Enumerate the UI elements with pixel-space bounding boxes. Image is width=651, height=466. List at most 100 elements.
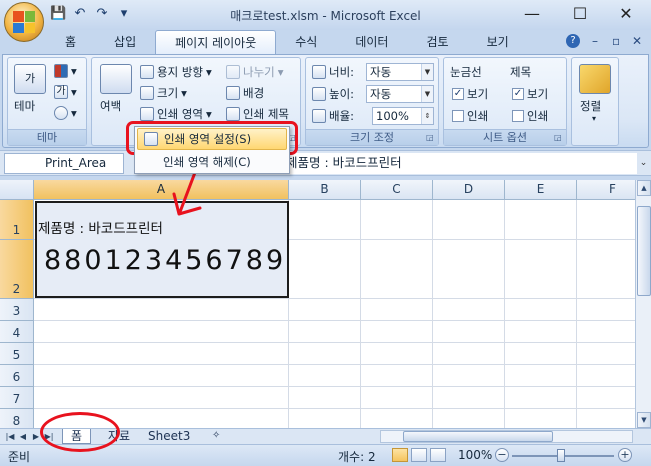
size-icon xyxy=(140,86,154,100)
ribbon: 가 테마 ▾ 가 ▾ ▾ 테마 여백 용지 방향 ▾ 크기 ▾ 인쇄 영역 ▾ 나누기 ▾… xyxy=(2,54,649,148)
scale-spinner[interactable]: 100% ⇕ xyxy=(372,107,434,125)
gridlines-print-checkbox[interactable]: 인쇄 xyxy=(452,108,488,124)
theme-button-label[interactable]: 테마 xyxy=(14,98,35,114)
normal-view-button[interactable] xyxy=(392,448,408,462)
scale-launcher-icon[interactable]: ◲ xyxy=(426,133,435,142)
gridline xyxy=(34,408,635,409)
tab-home[interactable]: 홈 xyxy=(46,30,95,54)
formula-input[interactable]: 제품명 : 바코드프린터 xyxy=(284,153,637,174)
theme-fonts-button[interactable]: 가 ▾ xyxy=(54,85,77,99)
sheet-options-launcher-icon[interactable]: ◲ xyxy=(554,133,563,142)
height-label: 높이: xyxy=(312,86,354,102)
cell-a2[interactable]: 880123456789 xyxy=(44,245,286,276)
office-logo-icon xyxy=(13,11,35,33)
sheet-tab-sheet3[interactable]: Sheet3 xyxy=(140,429,198,444)
ribbon-restore-icon[interactable]: ▫ xyxy=(612,34,620,48)
width-select[interactable]: 자동 ▼ xyxy=(366,63,434,81)
headings-view-checkbox[interactable]: ✓ 보기 xyxy=(512,86,548,102)
minimize-button[interactable]: — xyxy=(512,0,552,28)
row-header-5[interactable]: 5 xyxy=(0,343,34,365)
tab-view[interactable]: 보기 xyxy=(468,30,528,54)
column-header-d[interactable]: D xyxy=(433,180,505,200)
background-button[interactable]: 배경 xyxy=(226,85,264,101)
set-print-area-menu-item[interactable]: 인쇄 영역 설정(S) xyxy=(137,128,287,150)
row-header-3[interactable]: 3 xyxy=(0,299,34,321)
ribbon-minimize-icon[interactable]: – xyxy=(592,34,598,48)
gridline xyxy=(432,200,433,428)
print-area-button[interactable]: 인쇄 영역 ▾ xyxy=(140,106,212,122)
close-button[interactable]: ✕ xyxy=(606,0,646,28)
vertical-scrollbar[interactable]: ▲ ▼ xyxy=(635,180,651,428)
scroll-down-icon[interactable]: ▼ xyxy=(637,412,651,428)
theme-colors-button[interactable]: ▾ xyxy=(54,64,77,78)
breaks-button[interactable]: 나누기 ▾ xyxy=(226,64,284,80)
height-select[interactable]: 자동 ▼ xyxy=(366,85,434,103)
column-header-e[interactable]: E xyxy=(505,180,577,200)
tab-insert[interactable]: 삽입 xyxy=(95,30,155,54)
select-all-corner[interactable] xyxy=(0,180,34,200)
gridlines-view-checkbox[interactable]: ✓ 보기 xyxy=(452,86,488,102)
row-header-7[interactable]: 7 xyxy=(0,387,34,409)
set-print-area-icon xyxy=(144,132,158,146)
column-header-c[interactable]: C xyxy=(361,180,433,200)
ribbon-close-icon[interactable]: ✕ xyxy=(632,34,642,48)
name-box[interactable]: Print_Area xyxy=(4,153,124,174)
row-header-4[interactable]: 4 xyxy=(0,321,34,343)
tab-review[interactable]: 검토 xyxy=(407,30,467,54)
prev-sheet-icon[interactable]: ◀ xyxy=(17,430,29,443)
headings-print-checkbox[interactable]: 인쇄 xyxy=(512,108,548,124)
zoom-level[interactable]: 100% xyxy=(458,448,492,462)
theme-icon: 가 xyxy=(14,64,46,94)
worksheet-grid[interactable]: A B C D E F 1 2 3 4 5 6 7 8 제품명 : 바코드프린터… xyxy=(0,180,635,428)
zoom-in-button[interactable]: + xyxy=(618,448,632,462)
last-sheet-icon[interactable]: ▶| xyxy=(43,430,55,443)
clear-print-area-menu-item[interactable]: 인쇄 영역 해제(C) xyxy=(137,151,287,173)
next-sheet-icon[interactable]: ▶ xyxy=(30,430,42,443)
row-header-1[interactable]: 1 xyxy=(0,200,34,240)
tab-data[interactable]: 데이터 xyxy=(336,30,407,54)
theme-effects-button[interactable]: ▾ xyxy=(54,106,77,120)
arrange-dropdown-icon[interactable]: ▾ xyxy=(592,114,596,123)
margins-button[interactable]: 여백 xyxy=(100,98,121,114)
insert-sheet-icon[interactable]: ✧ xyxy=(204,429,228,444)
orientation-button[interactable]: 용지 방향 ▾ xyxy=(140,64,212,80)
clear-print-area-label: 인쇄 영역 해제(C) xyxy=(163,155,251,169)
column-header-f[interactable]: F xyxy=(577,180,635,200)
horizontal-scroll-thumb[interactable] xyxy=(403,431,553,442)
row-header-8[interactable]: 8 xyxy=(0,409,34,428)
sheet-tab-form[interactable]: 폼 xyxy=(62,429,92,444)
status-bar: 준비 개수: 2 100% − + xyxy=(0,444,651,466)
zoom-out-button[interactable]: − xyxy=(495,448,509,462)
column-header-b[interactable]: B xyxy=(289,180,361,200)
scroll-up-icon[interactable]: ▲ xyxy=(637,180,651,196)
row-header-6[interactable]: 6 xyxy=(0,365,34,387)
width-icon xyxy=(312,65,326,79)
row-header-2[interactable]: 2 xyxy=(0,240,34,299)
help-icon[interactable]: ? xyxy=(566,34,580,48)
margins-icon xyxy=(100,64,132,94)
status-count: 개수: 2 xyxy=(338,450,376,464)
page-break-view-button[interactable] xyxy=(430,448,446,462)
vertical-scroll-thumb[interactable] xyxy=(637,206,651,296)
gridline xyxy=(504,200,505,428)
tab-page-layout[interactable]: 페이지 레이아웃 xyxy=(155,30,277,54)
zoom-slider-thumb[interactable] xyxy=(557,449,565,462)
tab-formulas[interactable]: 수식 xyxy=(276,30,336,54)
office-button[interactable] xyxy=(4,2,44,42)
sheet-tab-data[interactable]: 자료 xyxy=(100,429,138,444)
print-titles-button[interactable]: 인쇄 제목 xyxy=(226,106,289,122)
horizontal-scrollbar[interactable] xyxy=(380,430,633,443)
formula-bar: Print_Area 제품명 : 바코드프린터 ⌄ xyxy=(0,150,651,176)
page-layout-view-button[interactable] xyxy=(411,448,427,462)
maximize-button[interactable]: ☐ xyxy=(560,0,600,28)
sheet-options-group: 눈금선 제목 ✓ 보기 ✓ 보기 인쇄 인쇄 시트 옵션 ◲ xyxy=(443,57,567,146)
window-title: 매크로test.xlsm - Microsoft Excel xyxy=(230,9,421,23)
width-label: 너비: xyxy=(312,64,354,80)
first-sheet-icon[interactable]: |◀ xyxy=(4,430,16,443)
expand-formula-bar-icon[interactable]: ⌄ xyxy=(638,155,649,172)
arrange-button[interactable]: 정렬 xyxy=(580,98,601,114)
print-area-menu: 인쇄 영역 설정(S) 인쇄 영역 해제(C) xyxy=(134,126,290,174)
size-button[interactable]: 크기 ▾ xyxy=(140,85,187,101)
gridlines-heading: 눈금선 xyxy=(450,65,482,79)
cell-a1[interactable]: 제품명 : 바코드프린터 xyxy=(38,217,163,237)
